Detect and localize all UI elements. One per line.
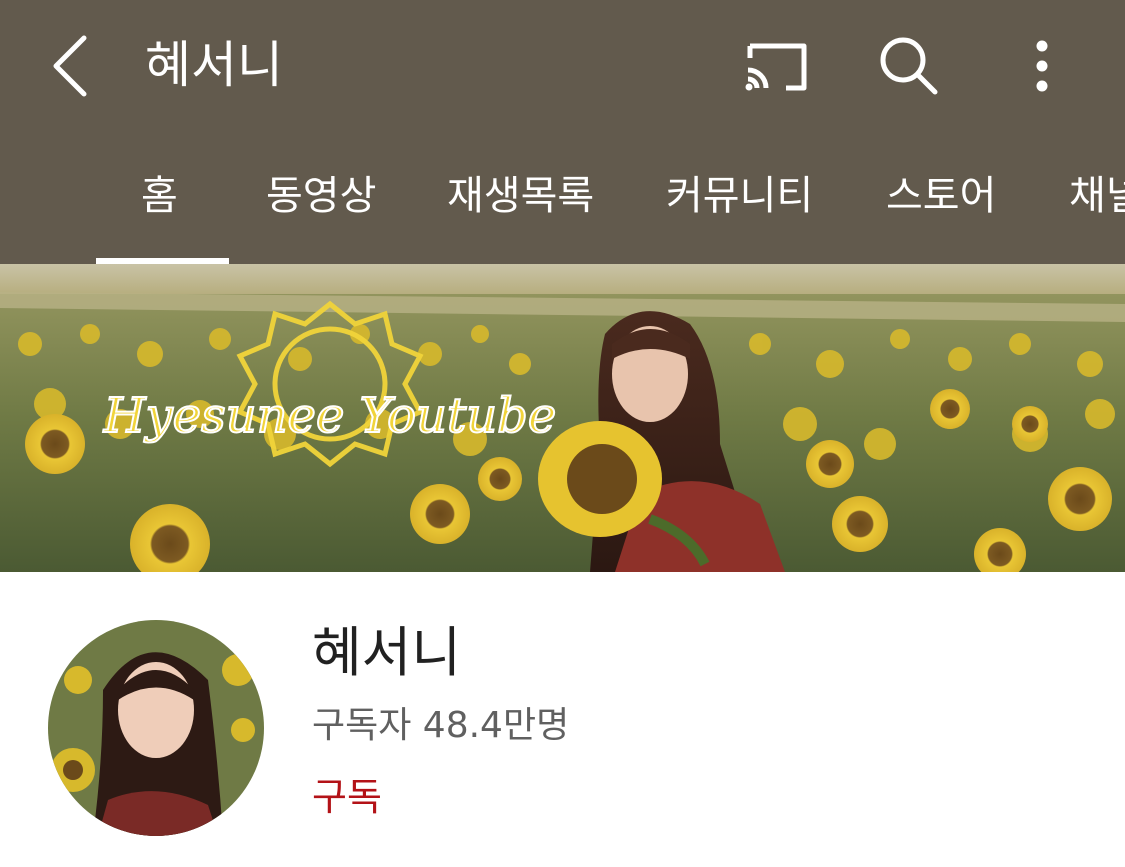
- tab-store[interactable]: 스토어: [886, 150, 996, 264]
- chevron-left-icon: [53, 35, 87, 97]
- avatar-image: [48, 620, 264, 836]
- channel-banner: Hyesunee Youtube: [0, 264, 1125, 572]
- search-icon: [880, 37, 938, 95]
- tab-home[interactable]: 홈: [141, 150, 178, 264]
- banner-logo-text: Hyesunee Youtube: [103, 388, 557, 444]
- subscribe-button[interactable]: 구독: [312, 772, 382, 822]
- avatar[interactable]: [48, 620, 264, 836]
- tab-community[interactable]: 커뮤니티: [666, 150, 813, 264]
- search-button[interactable]: [875, 32, 943, 100]
- channel-info: 혜서니 구독자 48.4만명 구독: [0, 572, 1125, 867]
- channel-tabs: 홈 동영상 재생목록 커뮤니티 스토어 채널: [0, 150, 1125, 264]
- cast-button[interactable]: [740, 36, 812, 96]
- tab-playlists[interactable]: 재생목록: [447, 150, 594, 264]
- more-vert-icon: [1036, 40, 1048, 92]
- more-options-button[interactable]: [1020, 36, 1064, 96]
- channel-name: 혜서니: [312, 621, 462, 684]
- tab-videos[interactable]: 동영상: [266, 150, 376, 264]
- app-bar: 혜서니 홈 동영상 재생목록 커뮤니티 스토어 채널: [0, 0, 1125, 264]
- subscriber-count: 구독자 48.4만명: [312, 705, 570, 746]
- banner-image: Hyesunee Youtube: [0, 264, 1125, 572]
- back-button[interactable]: [40, 30, 100, 100]
- top-toolbar: 혜서니: [0, 0, 1125, 130]
- tab-channels[interactable]: 채널: [1069, 150, 1125, 264]
- page-title: 혜서니: [145, 36, 283, 94]
- cast-icon: [745, 43, 807, 91]
